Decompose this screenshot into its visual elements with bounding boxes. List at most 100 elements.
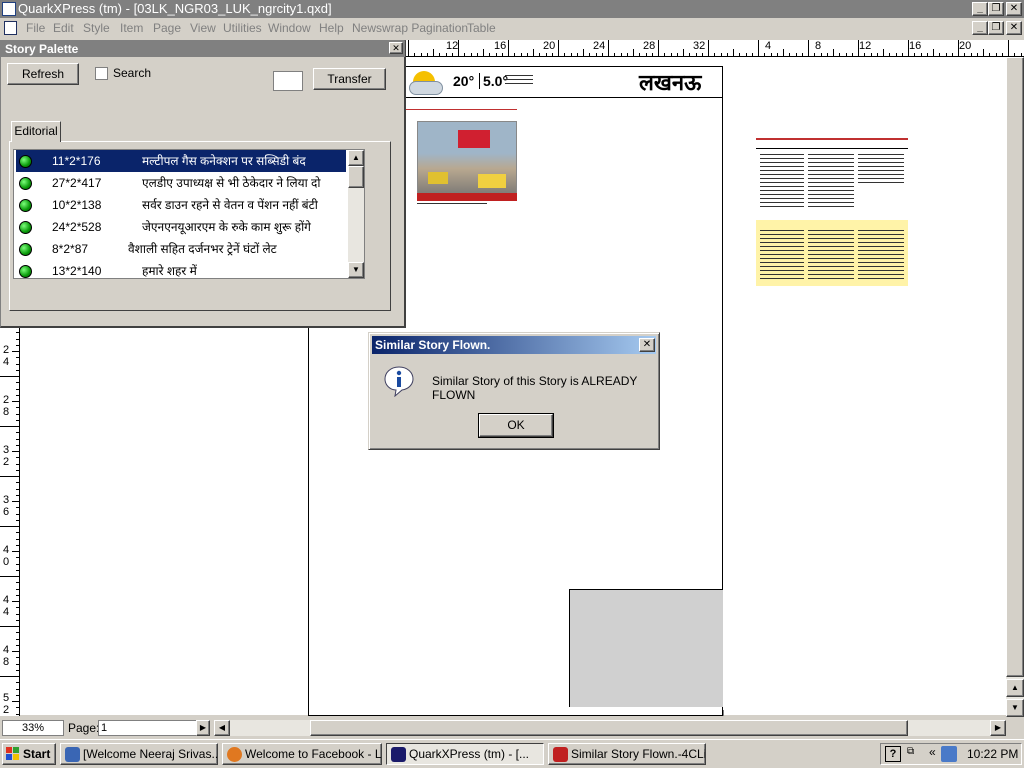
ruler-tick (814, 53, 816, 56)
document-icon[interactable] (4, 21, 17, 35)
thumb-highlight-box (756, 220, 908, 286)
ruler-tick (908, 40, 909, 56)
ruler-tick (16, 463, 19, 465)
transfer-button[interactable]: Transfer (313, 68, 386, 90)
story-code: 27*2*417 (52, 176, 102, 190)
task-button-webmail[interactable]: [Welcome Neeraj Srivas... (60, 743, 218, 765)
list-item[interactable]: 10*2*138 सर्वर डाउन रहने से वेतन व पेंशन… (16, 194, 346, 216)
list-item[interactable]: 8*2*87 वैशाली सहित दर्जनभर ट्रेनें घंटों… (16, 238, 346, 260)
page-popup-arrow-icon[interactable]: ▶ (196, 720, 210, 736)
ruler-tick (16, 594, 19, 596)
menu-table[interactable]: Table (467, 18, 496, 38)
vertical-scrollbar[interactable]: ▲ ▼ (1006, 57, 1024, 717)
task-button-quarkxpress[interactable]: QuarkXPress (tm) - [... (386, 743, 544, 765)
ruler-tick (964, 53, 966, 56)
list-item[interactable]: 13*2*140 हमारे शहर में (16, 260, 346, 278)
page-field[interactable]: 1 (98, 720, 200, 736)
ruler-tick (958, 40, 959, 56)
ruler-tick (695, 53, 697, 56)
story-title: वैशाली सहित दर्जनभर ट्रेनें घंटों लेट (128, 242, 277, 256)
vertical-ruler[interactable]: 2 4 2 8 3 2 3 6 4 0 4 4 4 8 5 2 (0, 326, 20, 716)
horizontal-ruler[interactable]: 12 16 20 24 28 32 4 8 12 16 20 (406, 40, 1024, 57)
ruler-tick (901, 53, 903, 56)
ruler-tick (876, 53, 878, 56)
ruler-tick (839, 53, 841, 56)
ruler-tick (808, 40, 809, 56)
scroll-up-arrow-icon[interactable]: ▲ (348, 150, 364, 166)
ruler-label: 12 (859, 40, 872, 52)
dialog-close-button[interactable]: ✕ (639, 338, 655, 352)
task-label: Welcome to Facebook - L... (245, 747, 382, 761)
ruler-tick (12, 401, 19, 402)
search-checkbox-box[interactable] (95, 67, 108, 80)
task-button-similar-story[interactable]: Similar Story Flown.-4CLi... (548, 743, 706, 765)
monitor-icon[interactable]: ⧉ (907, 746, 914, 757)
story-title: जेएनएनयूआरएम के रुके काम शुरू होंगे (142, 220, 311, 234)
menu-file[interactable]: File (26, 18, 45, 38)
scroll-thumb[interactable] (348, 166, 364, 188)
ruler-tick (16, 694, 19, 696)
ruler-tick (16, 669, 19, 671)
menu-view[interactable]: View (190, 18, 216, 38)
ruler-tick (16, 513, 19, 515)
ruler-tick (16, 369, 19, 371)
ruler-tick (995, 53, 997, 56)
windows-logo-icon (6, 747, 20, 761)
menu-help[interactable]: Help (319, 18, 344, 38)
menu-page[interactable]: Page (153, 18, 181, 38)
vertical-scroll-thumb[interactable] (1006, 57, 1024, 677)
menu-edit[interactable]: Edit (53, 18, 74, 38)
ruler-tick (670, 53, 672, 56)
story-title: मल्टीपल गैस कनेक्शन पर सब्सिडी बंद (142, 154, 306, 168)
menu-newswrap-pagination[interactable]: Newswrap Pagination (352, 18, 468, 38)
menu-style[interactable]: Style (83, 18, 110, 38)
horizontal-scroll-thumb[interactable] (310, 720, 908, 736)
list-scrollbar[interactable]: ▲ ▼ (348, 150, 364, 278)
news-photo[interactable] (417, 121, 517, 201)
menu-item[interactable]: Item (120, 18, 143, 38)
scroll-left-arrow-icon[interactable]: ◀ (214, 720, 230, 736)
zoom-field[interactable]: 33% (2, 720, 64, 736)
ruler-tick (501, 53, 503, 56)
doc-restore-button[interactable]: ❐ (988, 21, 1004, 35)
refresh-button[interactable]: Refresh (7, 63, 79, 85)
menu-window[interactable]: Window (268, 18, 311, 38)
status-green-icon (19, 221, 32, 234)
doc-close-button[interactable]: ✕ (1006, 21, 1022, 35)
start-button[interactable]: Start (2, 743, 56, 765)
ruler-tick (845, 53, 847, 56)
ruler-tick (658, 40, 659, 56)
scroll-down-arrow-icon[interactable]: ▼ (348, 262, 364, 278)
palette-close-button[interactable]: ✕ (389, 42, 403, 54)
restore-button[interactable]: ❐ (988, 2, 1004, 16)
menu-utilities[interactable]: Utilities (223, 18, 262, 38)
status-green-icon (19, 243, 32, 256)
transfer-input[interactable] (273, 71, 303, 91)
task-label: QuarkXPress (tm) - [... (409, 747, 530, 761)
thumb-column-3 (858, 154, 904, 208)
status-green-icon (19, 177, 32, 190)
scroll-up-button-icon[interactable]: ▲ (1006, 679, 1024, 697)
tab-editorial[interactable]: Editorial (11, 121, 61, 142)
help-icon[interactable]: ? (885, 746, 901, 762)
empty-box[interactable] (569, 589, 723, 707)
expand-tray-icon[interactable]: « (929, 745, 936, 759)
list-item[interactable]: 27*2*417 एलडीए उपाध्यक्ष से भी ठेकेदार न… (16, 172, 346, 194)
list-item[interactable]: 11*2*176 मल्टीपल गैस कनेक्शन पर सब्सिडी … (16, 150, 346, 172)
doc-minimize-button[interactable]: _ (972, 21, 988, 35)
minimize-button[interactable]: _ (972, 2, 988, 16)
ruler-tick (16, 707, 19, 709)
task-button-facebook[interactable]: Welcome to Facebook - L... (222, 743, 382, 765)
ok-button[interactable]: OK (478, 413, 554, 438)
search-label: Search (113, 66, 152, 80)
story-list[interactable]: 11*2*176 मल्टीपल गैस कनेक्शन पर सब्सिडी … (13, 149, 365, 279)
page-thumbnail[interactable] (756, 138, 908, 286)
scroll-down-button-icon[interactable]: ▼ (1006, 699, 1024, 717)
horizontal-scrollbar[interactable] (230, 720, 990, 736)
network-icon[interactable] (941, 746, 957, 762)
ruler-tick (16, 663, 19, 665)
scroll-right-arrow-icon[interactable]: ▶ (990, 720, 1006, 736)
close-button[interactable]: ✕ (1006, 2, 1022, 16)
list-item[interactable]: 24*2*528 जेएनएनयूआरएम के रुके काम शुरू ह… (16, 216, 346, 238)
ruler-tick (476, 53, 478, 56)
